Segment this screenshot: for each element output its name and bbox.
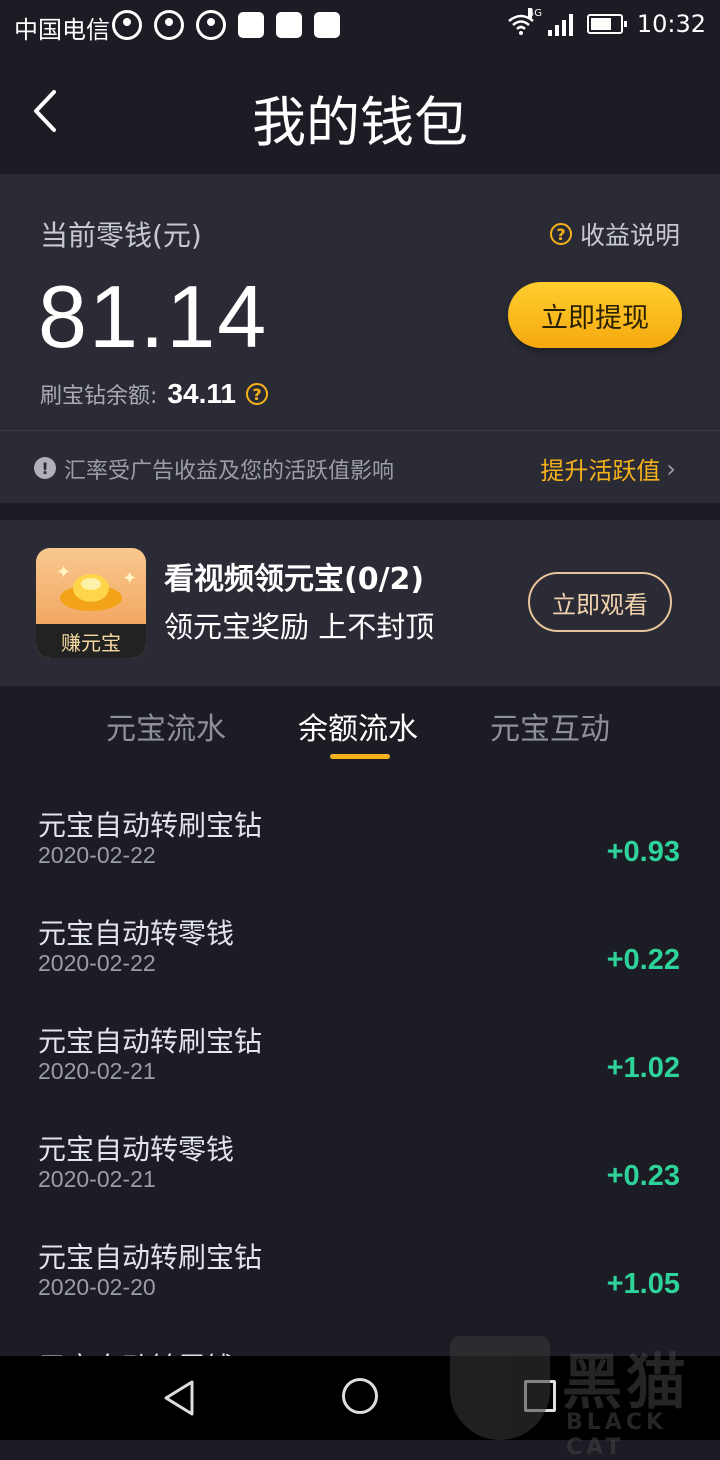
record-amount: +0.93 <box>606 836 680 868</box>
earnings-info-link[interactable]: ? 收益说明 <box>549 216 680 252</box>
list-item[interactable]: 元宝自动转零钱 2020-02-21 +0.23 <box>0 1114 720 1222</box>
system-home-icon[interactable] <box>342 1378 378 1414</box>
records-list: 元宝自动转刷宝钻 2020-02-22 +0.93 元宝自动转零钱 2020-0… <box>0 790 720 1330</box>
record-title: 元宝自动转刷宝钻 <box>38 1025 263 1058</box>
record-title: 元宝自动转刷宝钻 <box>38 809 263 842</box>
diamond-balance-value: 34.11 <box>167 378 236 409</box>
tab-bar: 元宝流水 余额流水 元宝互动 <box>0 686 720 774</box>
diamond-balance-label: 刷宝钻余额: <box>40 384 158 409</box>
boost-activity-label: 提升活跃值 <box>540 457 661 485</box>
list-item[interactable]: 元宝自动转刷宝钻 2020-02-20 +1.05 <box>0 1222 720 1330</box>
notification-icons <box>112 10 340 40</box>
record-date: 2020-02-22 <box>38 842 156 868</box>
status-bar: 中国电信 4G 10:32 <box>0 0 720 52</box>
record-title: 元宝自动转刷宝钻 <box>38 1241 263 1274</box>
record-date: 2020-02-20 <box>38 1274 156 1300</box>
notification-app-icon <box>112 10 142 40</box>
withdraw-button[interactable]: 立即提现 <box>508 282 682 348</box>
active-tab-indicator <box>330 754 390 759</box>
record-date: 2020-02-21 <box>38 1058 156 1084</box>
signal-icon: 4G <box>527 8 573 36</box>
diamond-balance-row: 刷宝钻余额: 34.11 ? <box>40 378 268 410</box>
list-item[interactable]: 元宝自动转刷宝钻 2020-02-22 +0.93 <box>0 790 720 898</box>
video-task-subtitle: 领元宝奖励 上不封顶 <box>164 610 435 644</box>
notification-app-icon <box>196 10 226 40</box>
header: 我的钱包 <box>0 52 720 174</box>
gold-ingot-icon <box>60 574 122 611</box>
boost-activity-link[interactable]: 提升活跃值 › <box>540 451 676 486</box>
notification-square-icon <box>314 12 340 38</box>
record-amount: +0.22 <box>606 944 680 976</box>
tab-ingot-flow[interactable]: 元宝流水 <box>106 704 226 748</box>
balance-value: 81.14 <box>38 267 269 366</box>
question-icon[interactable]: ? <box>245 383 268 405</box>
notification-app-icon <box>154 10 184 40</box>
system-nav-bar <box>0 1356 720 1440</box>
record-amount: +1.05 <box>606 1268 680 1300</box>
balance-card: 当前零钱(元) ? 收益说明 81.14 立即提现 刷宝钻余额: 34.11 ?… <box>0 174 720 503</box>
notice-bar: ! 汇率受广告收益及您的活跃值影响 提升活跃值 › <box>0 430 720 503</box>
status-right: 4G 10:32 <box>508 8 706 38</box>
watch-now-button[interactable]: 立即观看 <box>528 572 672 632</box>
battery-icon <box>586 14 627 34</box>
carrier-name: 中国电信 <box>14 16 110 44</box>
video-task-title: 看视频领元宝(0/2) <box>164 562 425 597</box>
balance-label: 当前零钱(元) <box>40 219 202 252</box>
earnings-info-label: 收益说明 <box>579 221 680 250</box>
system-recent-apps-icon[interactable] <box>524 1380 556 1412</box>
list-item[interactable]: 元宝自动转刷宝钻 2020-02-21 +1.02 <box>0 1006 720 1114</box>
notice-text: 汇率受广告收益及您的活跃值影响 <box>64 459 395 484</box>
video-task-card: ✦ ✦ 赚元宝 看视频领元宝(0/2) 领元宝奖励 上不封顶 立即观看 <box>0 520 720 686</box>
notification-square-icon <box>276 12 302 38</box>
ingot-badge-label: 赚元宝 <box>36 624 146 658</box>
sparkle-icon: ✦ <box>122 568 138 589</box>
info-icon: ! <box>34 457 56 479</box>
question-icon: ? <box>549 223 572 245</box>
network-type: 4G <box>527 8 542 19</box>
record-date: 2020-02-22 <box>38 950 156 976</box>
record-amount: +1.02 <box>606 1052 680 1084</box>
clock: 10:32 <box>636 10 706 38</box>
list-item[interactable]: 元宝自动转零钱 2020-02-22 +0.22 <box>0 898 720 1006</box>
system-back-icon[interactable] <box>162 1378 198 1418</box>
record-title: 元宝自动转零钱 <box>38 917 235 950</box>
record-date: 2020-02-21 <box>38 1166 156 1192</box>
page-title: 我的钱包 <box>252 91 468 154</box>
chevron-right-icon: › <box>666 454 676 483</box>
record-title: 元宝自动转零钱 <box>38 1133 235 1166</box>
tab-ingot-interaction[interactable]: 元宝互动 <box>490 704 610 748</box>
tab-balance-flow[interactable]: 余额流水 <box>298 704 418 748</box>
list-item-partial[interactable]: 元宝自动转零钱 <box>38 1346 234 1356</box>
ingot-badge: ✦ ✦ 赚元宝 <box>36 548 146 658</box>
notification-square-icon <box>238 12 264 38</box>
record-amount: +0.23 <box>606 1160 680 1192</box>
